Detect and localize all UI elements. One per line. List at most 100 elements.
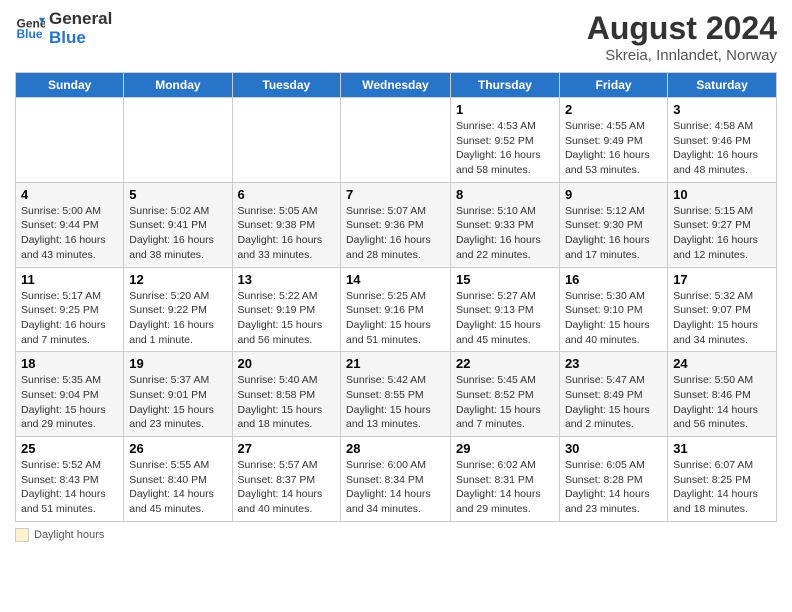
day-number: 11 xyxy=(21,272,118,287)
calendar-cell: 21Sunrise: 5:42 AMSunset: 8:55 PMDayligh… xyxy=(341,352,451,437)
day-number: 10 xyxy=(673,187,771,202)
calendar-cell: 25 Sunrise: 5:52 AMSunset: 8:43 PMDayligh… xyxy=(16,437,124,522)
day-number: 3 xyxy=(673,102,771,117)
calendar-cell: 13Sunrise: 5:22 AMSunset: 9:19 PMDayligh… xyxy=(232,267,340,352)
legend: Daylight hours xyxy=(15,528,777,542)
legend-item-daylight: Daylight hours xyxy=(15,528,104,542)
logo: General Blue General Blue xyxy=(15,10,112,47)
calendar-cell: 27 Sunrise: 5:57 AMSunset: 8:37 PMDayligh… xyxy=(232,437,340,522)
day-info: Sunrise: 5:10 AMSunset: 9:33 PMDaylight:… xyxy=(456,204,554,263)
calendar-week-row: 11Sunrise: 5:17 AMSunset: 9:25 PMDayligh… xyxy=(16,267,777,352)
day-number: 16 xyxy=(565,272,662,287)
day-info: Sunrise: 5:15 AMSunset: 9:27 PMDaylight:… xyxy=(673,204,771,263)
day-info: Sunrise: 4:53 AMSunset: 9:52 PMDaylight:… xyxy=(456,119,554,178)
day-number: 25 xyxy=(21,441,118,456)
day-info: Sunrise: 5:00 AMSunset: 9:44 PMDaylight:… xyxy=(21,204,118,263)
calendar-cell: 17 Sunrise: 5:32 AMSunset: 9:07 PMDayligh… xyxy=(668,267,777,352)
day-info: Sunrise: 5:22 AMSunset: 9:19 PMDaylight:… xyxy=(238,289,335,348)
day-number: 29 xyxy=(456,441,554,456)
column-header-wednesday: Wednesday xyxy=(341,73,451,98)
day-number: 12 xyxy=(129,272,226,287)
day-info: Sunrise: 5:05 AMSunset: 9:38 PMDaylight:… xyxy=(238,204,335,263)
day-number: 22 xyxy=(456,356,554,371)
title-block: August 2024 Skreia, Innlandet, Norway xyxy=(587,10,777,64)
day-info: Sunrise: 5:45 AMSunset: 8:52 PMDaylight:… xyxy=(456,373,554,432)
day-number: 17 xyxy=(673,272,771,287)
calendar-cell xyxy=(341,98,451,183)
calendar-header-row: SundayMondayTuesdayWednesdayThursdayFrid… xyxy=(16,73,777,98)
calendar-cell: 19Sunrise: 5:37 AMSunset: 9:01 PMDayligh… xyxy=(124,352,232,437)
day-number: 28 xyxy=(346,441,445,456)
day-number: 9 xyxy=(565,187,662,202)
calendar-week-row: 4 Sunrise: 5:00 AMSunset: 9:44 PMDaylight… xyxy=(16,182,777,267)
day-info: Sunrise: 4:58 AMSunset: 9:46 PMDaylight:… xyxy=(673,119,771,178)
column-header-friday: Friday xyxy=(559,73,667,98)
calendar-cell: 31 Sunrise: 6:07 AMSunset: 8:25 PMDayligh… xyxy=(668,437,777,522)
calendar-cell xyxy=(232,98,340,183)
day-info: Sunrise: 6:02 AMSunset: 8:31 PMDaylight:… xyxy=(456,458,554,517)
day-info: Sunrise: 5:52 AMSunset: 8:43 PMDaylight:… xyxy=(21,458,118,517)
calendar-cell: 24 Sunrise: 5:50 AMSunset: 8:46 PMDayligh… xyxy=(668,352,777,437)
calendar-cell: 28 Sunrise: 6:00 AMSunset: 8:34 PMDayligh… xyxy=(341,437,451,522)
calendar-week-row: 1 Sunrise: 4:53 AMSunset: 9:52 PMDaylight… xyxy=(16,98,777,183)
day-number: 23 xyxy=(565,356,662,371)
calendar-cell: 10 Sunrise: 5:15 AMSunset: 9:27 PMDayligh… xyxy=(668,182,777,267)
day-info: Sunrise: 4:55 AMSunset: 9:49 PMDaylight:… xyxy=(565,119,662,178)
calendar-cell: 14 Sunrise: 5:25 AMSunset: 9:16 PMDayligh… xyxy=(341,267,451,352)
legend-color-daylight xyxy=(15,528,29,542)
calendar-cell: 20Sunrise: 5:40 AMSunset: 8:58 PMDayligh… xyxy=(232,352,340,437)
page-subtitle: Skreia, Innlandet, Norway xyxy=(587,47,777,64)
day-number: 1 xyxy=(456,102,554,117)
day-info: Sunrise: 5:47 AMSunset: 8:49 PMDaylight:… xyxy=(565,373,662,432)
day-number: 14 xyxy=(346,272,445,287)
day-info: Sunrise: 5:27 AMSunset: 9:13 PMDaylight:… xyxy=(456,289,554,348)
calendar-cell: 8 Sunrise: 5:10 AMSunset: 9:33 PMDaylight… xyxy=(450,182,559,267)
calendar-cell: 22 Sunrise: 5:45 AMSunset: 8:52 PMDayligh… xyxy=(450,352,559,437)
column-header-monday: Monday xyxy=(124,73,232,98)
day-number: 26 xyxy=(129,441,226,456)
page-header: General Blue General Blue August 2024 Sk… xyxy=(15,10,777,64)
logo-blue: Blue xyxy=(49,29,112,48)
day-number: 8 xyxy=(456,187,554,202)
calendar-cell: 9Sunrise: 5:12 AMSunset: 9:30 PMDaylight… xyxy=(559,182,667,267)
calendar-week-row: 25 Sunrise: 5:52 AMSunset: 8:43 PMDayligh… xyxy=(16,437,777,522)
day-number: 5 xyxy=(129,187,226,202)
day-info: Sunrise: 5:02 AMSunset: 9:41 PMDaylight:… xyxy=(129,204,226,263)
day-info: Sunrise: 5:25 AMSunset: 9:16 PMDaylight:… xyxy=(346,289,445,348)
calendar-cell: 29 Sunrise: 6:02 AMSunset: 8:31 PMDayligh… xyxy=(450,437,559,522)
legend-daylight-label: Daylight hours xyxy=(34,529,104,541)
calendar-table: SundayMondayTuesdayWednesdayThursdayFrid… xyxy=(15,72,777,522)
calendar-cell: 26 Sunrise: 5:55 AMSunset: 8:40 PMDayligh… xyxy=(124,437,232,522)
day-info: Sunrise: 5:30 AMSunset: 9:10 PMDaylight:… xyxy=(565,289,662,348)
day-number: 18 xyxy=(21,356,118,371)
day-number: 30 xyxy=(565,441,662,456)
svg-text:Blue: Blue xyxy=(17,27,43,41)
day-number: 21 xyxy=(346,356,445,371)
calendar-cell: 11Sunrise: 5:17 AMSunset: 9:25 PMDayligh… xyxy=(16,267,124,352)
column-header-tuesday: Tuesday xyxy=(232,73,340,98)
day-number: 24 xyxy=(673,356,771,371)
day-info: Sunrise: 5:50 AMSunset: 8:46 PMDaylight:… xyxy=(673,373,771,432)
day-info: Sunrise: 6:07 AMSunset: 8:25 PMDaylight:… xyxy=(673,458,771,517)
day-number: 7 xyxy=(346,187,445,202)
day-info: Sunrise: 5:37 AMSunset: 9:01 PMDaylight:… xyxy=(129,373,226,432)
day-number: 4 xyxy=(21,187,118,202)
day-info: Sunrise: 5:32 AMSunset: 9:07 PMDaylight:… xyxy=(673,289,771,348)
calendar-cell: 4 Sunrise: 5:00 AMSunset: 9:44 PMDaylight… xyxy=(16,182,124,267)
day-info: Sunrise: 5:40 AMSunset: 8:58 PMDaylight:… xyxy=(238,373,335,432)
day-info: Sunrise: 5:57 AMSunset: 8:37 PMDaylight:… xyxy=(238,458,335,517)
day-number: 31 xyxy=(673,441,771,456)
day-info: Sunrise: 6:05 AMSunset: 8:28 PMDaylight:… xyxy=(565,458,662,517)
calendar-cell: 6Sunrise: 5:05 AMSunset: 9:38 PMDaylight… xyxy=(232,182,340,267)
calendar-cell: 7Sunrise: 5:07 AMSunset: 9:36 PMDaylight… xyxy=(341,182,451,267)
column-header-thursday: Thursday xyxy=(450,73,559,98)
day-info: Sunrise: 5:55 AMSunset: 8:40 PMDaylight:… xyxy=(129,458,226,517)
calendar-cell: 15 Sunrise: 5:27 AMSunset: 9:13 PMDayligh… xyxy=(450,267,559,352)
calendar-cell: 5 Sunrise: 5:02 AMSunset: 9:41 PMDaylight… xyxy=(124,182,232,267)
calendar-cell: 2Sunrise: 4:55 AMSunset: 9:49 PMDaylight… xyxy=(559,98,667,183)
day-number: 27 xyxy=(238,441,335,456)
calendar-cell xyxy=(16,98,124,183)
day-info: Sunrise: 6:00 AMSunset: 8:34 PMDaylight:… xyxy=(346,458,445,517)
page-title: August 2024 xyxy=(587,10,777,47)
day-number: 15 xyxy=(456,272,554,287)
